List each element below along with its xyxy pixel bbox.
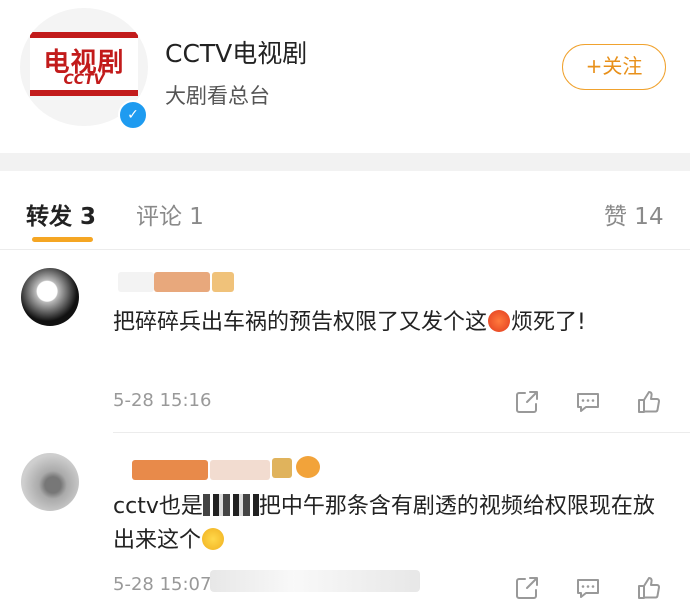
username-blurred[interactable] <box>118 272 154 292</box>
crying-face-emoji-icon <box>202 528 225 550</box>
username-blurred[interactable] <box>210 460 270 480</box>
account-description: 大剧看总台 <box>165 84 270 108</box>
comment-text: 把碎碎兵出车祸的预告权限了又发个这 烦死了! <box>113 306 673 340</box>
share-icon[interactable] <box>514 575 540 601</box>
avatar[interactable] <box>21 268 79 326</box>
watermark <box>210 570 420 592</box>
account-name[interactable]: CCTV电视剧 <box>165 34 307 70</box>
tab-like[interactable]: 赞 14 <box>604 197 664 231</box>
cctv-logo: 电视剧 CCTV <box>30 32 138 96</box>
list-item: cctv也是 把中午那条含有剧透的视频给权限现在放出来这个 5-28 15:07 <box>0 433 690 599</box>
comment-icon[interactable] <box>575 575 601 601</box>
logo-text-en: CCTV <box>63 72 105 88</box>
section-divider <box>0 153 690 171</box>
username-blurred[interactable] <box>132 460 208 480</box>
share-icon[interactable] <box>514 389 540 415</box>
like-icon[interactable] <box>636 575 662 601</box>
level-badge-icon <box>272 458 292 478</box>
username-blurred[interactable] <box>154 272 210 292</box>
avatar[interactable] <box>21 453 79 511</box>
tab-comment[interactable]: 评论 1 <box>136 197 204 231</box>
comment-icon[interactable] <box>575 389 601 415</box>
censored-mosaic <box>202 494 259 516</box>
active-tab-indicator <box>32 237 93 242</box>
follow-button[interactable]: +关注 <box>562 44 666 90</box>
angry-face-emoji-icon <box>488 310 511 332</box>
fan-badge-icon <box>296 456 320 478</box>
account-header: 电视剧 CCTV ✓ CCTV电视剧 大剧看总台 +关注 <box>0 0 690 153</box>
like-icon[interactable] <box>636 389 662 415</box>
list-item: 把碎碎兵出车祸的预告权限了又发个这 烦死了! 5-28 15:16 <box>0 250 690 433</box>
comment-text-part: 烦死了! <box>511 310 586 335</box>
verified-badge-icon: ✓ <box>118 100 148 130</box>
comment-text-part: cctv也是 <box>113 494 203 519</box>
level-badge-icon <box>212 272 234 292</box>
comment-text-part: 把碎碎兵出车祸的预告权限了又发个这 <box>113 310 488 335</box>
comment-text: cctv也是 把中午那条含有剧透的视频给权限现在放出来这个 <box>113 490 673 558</box>
comment-time: 5-28 15:07 <box>113 574 212 595</box>
interaction-tabs: 转发 3 评论 1 赞 14 <box>0 171 690 250</box>
comment-time: 5-28 15:16 <box>113 390 212 411</box>
tab-repost[interactable]: 转发 3 <box>26 197 96 231</box>
